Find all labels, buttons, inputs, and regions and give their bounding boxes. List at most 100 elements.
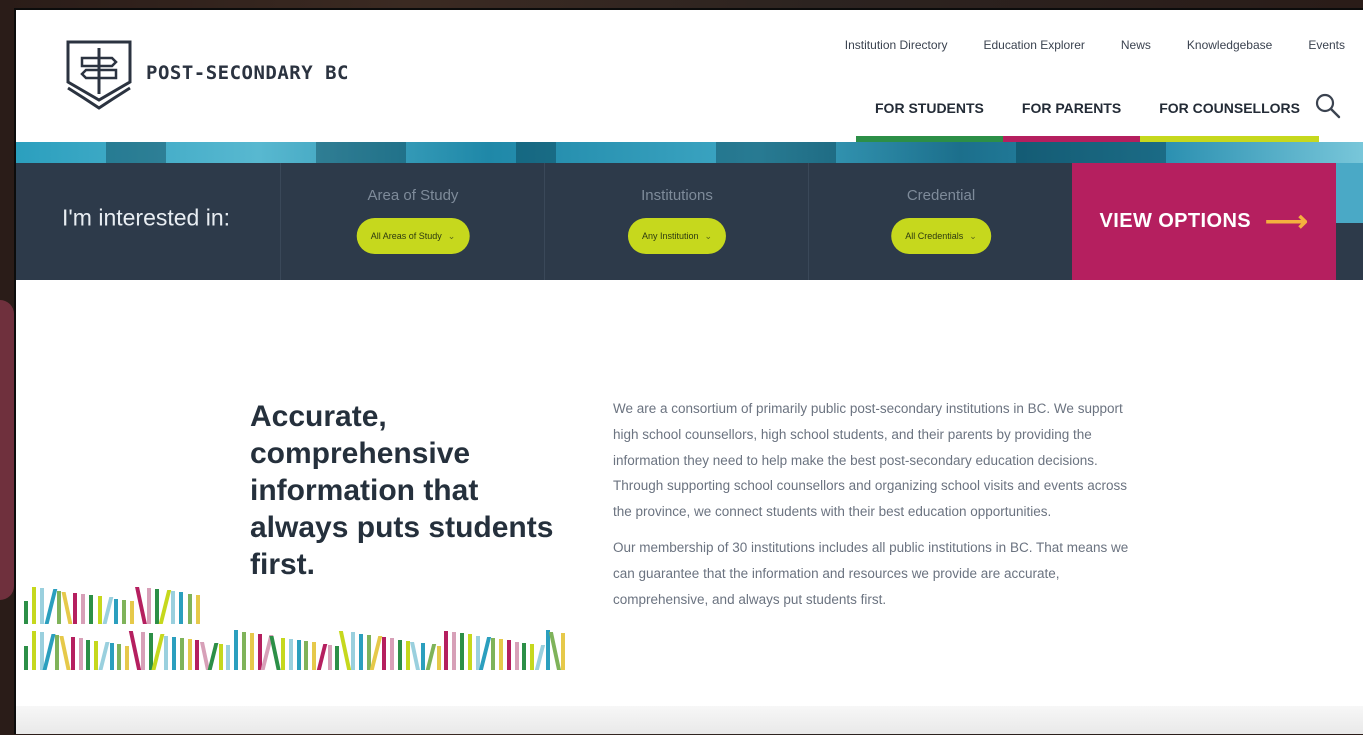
stripe: [32, 587, 37, 624]
stripe: [218, 644, 223, 670]
stripe: [44, 589, 57, 624]
stripe: [370, 636, 383, 670]
nav-institution-directory[interactable]: Institution Directory: [845, 38, 948, 52]
stripe: [410, 642, 421, 670]
logo-icon[interactable]: [64, 38, 134, 112]
stripe: [40, 588, 45, 624]
stripe: [549, 631, 562, 670]
stripe: [382, 637, 387, 670]
stripe: [89, 595, 94, 624]
stripe: [327, 644, 332, 670]
chevron-down-icon: ⌄: [969, 230, 977, 241]
chevron-down-icon: ⌄: [704, 230, 713, 241]
filter-institutions: Institutions Any Institution ⌄: [544, 163, 809, 280]
stripe: [122, 599, 127, 624]
stripe: [42, 633, 56, 670]
stripe: [530, 644, 535, 670]
stripe: [179, 592, 184, 624]
stripe: [498, 639, 503, 670]
nav-for-parents[interactable]: FOR PARENTS: [1002, 98, 1141, 142]
stripe: [98, 642, 110, 670]
stripe: [304, 641, 309, 670]
stripe: [109, 643, 114, 670]
search-icon[interactable]: [1314, 92, 1342, 120]
stripe: [561, 632, 566, 670]
finder-lead-text: I'm interested in:: [62, 204, 231, 231]
select-value: All Credentials: [905, 231, 964, 241]
stripe: [73, 592, 78, 624]
stripe: [351, 632, 355, 670]
stripe: [234, 630, 239, 670]
stripe: [514, 641, 519, 670]
stripe: [249, 632, 254, 670]
program-finder-bar: I'm interested in: Area of Study All Are…: [16, 163, 1363, 280]
stripe: [389, 638, 394, 670]
select-value: Any Institution: [641, 231, 699, 241]
stripe: [179, 638, 184, 670]
stripe: [94, 640, 99, 670]
stripe: [296, 640, 301, 670]
arrow-right-icon: ⟶: [1265, 204, 1309, 238]
stripe: [81, 593, 86, 624]
utility-nav: Institution Directory Education Explorer…: [845, 38, 1345, 52]
nav-for-parents-label: FOR PARENTS: [1021, 100, 1122, 116]
stripe: [397, 639, 402, 670]
decorative-stripes-bottom: [24, 630, 574, 670]
nav-for-counsellors[interactable]: FOR COUNSELLORS: [1140, 98, 1319, 142]
membership-paragraph: Our membership of 30 institutions includ…: [613, 539, 1129, 607]
stripe: [59, 636, 71, 670]
page-bottom-edge: [16, 706, 1363, 734]
decorative-stripes-top: [24, 586, 574, 624]
stripe: [187, 593, 192, 624]
nav-knowledgebase[interactable]: Knowledgebase: [1187, 38, 1272, 52]
credential-select[interactable]: All Credentials ⌄: [891, 218, 991, 254]
nav-for-students[interactable]: FOR STUDENTS: [856, 98, 1003, 142]
nav-education-explorer[interactable]: Education Explorer: [984, 38, 1085, 52]
stripe: [460, 633, 464, 670]
stripe: [164, 635, 169, 670]
stripe: [242, 631, 246, 670]
stripe: [70, 637, 75, 670]
stripe: [479, 636, 492, 670]
view-options-label: VIEW OPTIONS: [1099, 210, 1252, 232]
stripe: [114, 598, 118, 624]
nav-news[interactable]: News: [1121, 38, 1151, 52]
filter-label: Area of Study: [367, 187, 459, 204]
stripe: [78, 638, 83, 670]
stripe: [444, 630, 449, 670]
stripe: [195, 594, 200, 624]
stripe: [288, 638, 293, 670]
main-nav: FOR STUDENTS FOR PARENTS FOR COUNSELLORS: [856, 98, 1319, 142]
stripe: [171, 636, 176, 670]
stripe: [405, 640, 410, 670]
site-header: POST-SECONDARY BC Institution Directory …: [16, 10, 1363, 142]
view-options-button[interactable]: VIEW OPTIONS ⟶: [1072, 163, 1336, 280]
filter-label: Institutions: [641, 187, 713, 204]
stripe: [146, 587, 151, 624]
stripe: [158, 590, 172, 624]
intro-paragraph: We are a consortium of primarily public …: [613, 401, 1128, 520]
area-of-study-select[interactable]: All Areas of Study ⌄: [356, 218, 470, 254]
stripe: [506, 640, 511, 670]
stripe: [171, 591, 176, 624]
stripe: [154, 589, 159, 624]
stripe: [97, 596, 102, 624]
stripe: [312, 642, 317, 670]
stripe: [452, 632, 457, 670]
page-headline: Accurate, comprehensive information that…: [250, 400, 554, 581]
brand-name[interactable]: POST-SECONDARY BC: [146, 62, 349, 84]
stripe: [102, 597, 114, 624]
browser-screen: POST-SECONDARY BC Institution Directory …: [14, 8, 1363, 734]
stripe: [134, 586, 147, 624]
stripe: [335, 646, 340, 670]
filter-label: Credential: [906, 187, 976, 204]
stripe: [117, 644, 122, 670]
stripe: [534, 645, 545, 670]
nav-for-counsellors-label: FOR COUNSELLORS: [1159, 100, 1300, 116]
institution-select[interactable]: Any Institution ⌄: [627, 218, 727, 254]
stripe: [61, 591, 73, 624]
stripe: [140, 632, 145, 670]
nav-events[interactable]: Events: [1308, 38, 1345, 52]
nav-for-students-label: FOR STUDENTS: [875, 100, 984, 116]
stripe: [55, 634, 60, 670]
